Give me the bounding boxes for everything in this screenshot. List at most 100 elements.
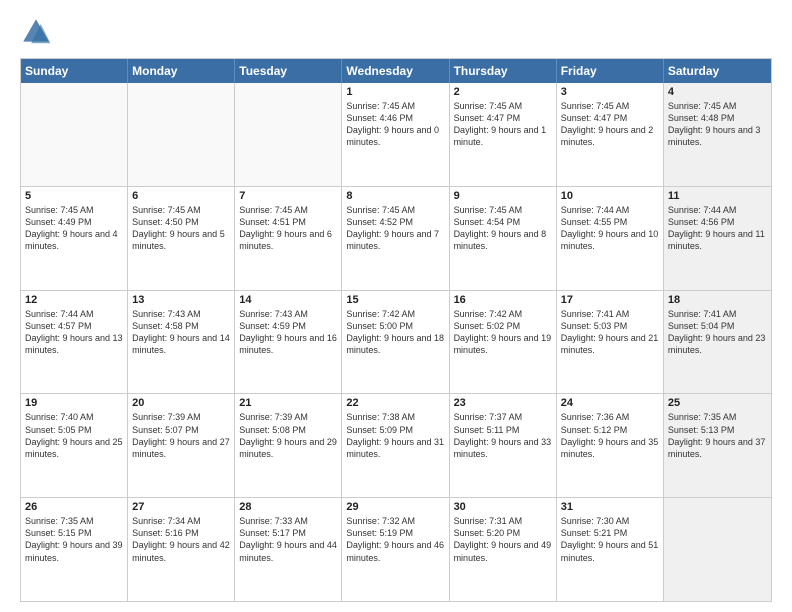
header-day-tuesday: Tuesday <box>235 59 342 83</box>
day-number: 24 <box>561 397 659 409</box>
day-number: 30 <box>454 501 552 513</box>
cell-info: Sunrise: 7:30 AM Sunset: 5:21 PM Dayligh… <box>561 515 659 564</box>
day-number: 18 <box>668 294 767 306</box>
cell-info: Sunrise: 7:38 AM Sunset: 5:09 PM Dayligh… <box>346 411 444 460</box>
cal-cell: 28 Sunrise: 7:33 AM Sunset: 5:17 PM Dayli… <box>235 498 342 601</box>
day-number: 10 <box>561 190 659 202</box>
cal-cell: 21 Sunrise: 7:39 AM Sunset: 5:08 PM Dayli… <box>235 394 342 497</box>
cal-cell: 29Sunrise: 7:32 AM Sunset: 5:19 PM Dayli… <box>342 498 449 601</box>
cal-cell: 20Sunrise: 7:39 AM Sunset: 5:07 PM Dayli… <box>128 394 235 497</box>
header <box>20 16 772 48</box>
cell-info: Sunrise: 7:37 AM Sunset: 5:11 PM Dayligh… <box>454 411 552 460</box>
logo <box>20 16 56 48</box>
cal-cell: 15 Sunrise: 7:42 AM Sunset: 5:00 PM Dayli… <box>342 291 449 394</box>
calendar-row-4: 19 Sunrise: 7:40 AM Sunset: 5:05 PM Dayli… <box>21 393 771 497</box>
day-number: 13 <box>132 294 230 306</box>
cal-cell: 2 Sunrise: 7:45 AM Sunset: 4:47 PM Daylig… <box>450 83 557 186</box>
day-number: 1 <box>346 86 444 98</box>
cell-info: Sunrise: 7:45 AM Sunset: 4:51 PM Dayligh… <box>239 204 337 253</box>
day-number: 22 <box>346 397 444 409</box>
day-number: 15 <box>346 294 444 306</box>
cell-info: Sunrise: 7:36 AM Sunset: 5:12 PM Dayligh… <box>561 411 659 460</box>
cal-cell: 7 Sunrise: 7:45 AM Sunset: 4:51 PM Daylig… <box>235 187 342 290</box>
cal-cell: 9 Sunrise: 7:45 AM Sunset: 4:54 PM Daylig… <box>450 187 557 290</box>
day-number: 31 <box>561 501 659 513</box>
cal-cell: 1 Sunrise: 7:45 AM Sunset: 4:46 PM Daylig… <box>342 83 449 186</box>
cal-cell: 26 Sunrise: 7:35 AM Sunset: 5:15 PM Dayli… <box>21 498 128 601</box>
cell-info: Sunrise: 7:45 AM Sunset: 4:52 PM Dayligh… <box>346 204 444 253</box>
cal-cell: 6 Sunrise: 7:45 AM Sunset: 4:50 PM Daylig… <box>128 187 235 290</box>
cell-info: Sunrise: 7:43 AM Sunset: 4:58 PM Dayligh… <box>132 308 230 357</box>
header-day-monday: Monday <box>128 59 235 83</box>
cell-info: Sunrise: 7:35 AM Sunset: 5:15 PM Dayligh… <box>25 515 123 564</box>
cal-cell: 23 Sunrise: 7:37 AM Sunset: 5:11 PM Dayli… <box>450 394 557 497</box>
day-number: 20 <box>132 397 230 409</box>
cal-cell: 13 Sunrise: 7:43 AM Sunset: 4:58 PM Dayli… <box>128 291 235 394</box>
cal-cell: 30 Sunrise: 7:31 AM Sunset: 5:20 PM Dayli… <box>450 498 557 601</box>
cell-info: Sunrise: 7:45 AM Sunset: 4:47 PM Dayligh… <box>561 100 659 149</box>
day-number: 5 <box>25 190 123 202</box>
cal-cell: 27 Sunrise: 7:34 AM Sunset: 5:16 PM Dayli… <box>128 498 235 601</box>
day-number: 19 <box>25 397 123 409</box>
cal-cell: 22 Sunrise: 7:38 AM Sunset: 5:09 PM Dayli… <box>342 394 449 497</box>
day-number: 7 <box>239 190 337 202</box>
day-number: 16 <box>454 294 552 306</box>
cell-info: Sunrise: 7:31 AM Sunset: 5:20 PM Dayligh… <box>454 515 552 564</box>
header-day-friday: Friday <box>557 59 664 83</box>
header-day-saturday: Saturday <box>664 59 771 83</box>
cell-info: Sunrise: 7:40 AM Sunset: 5:05 PM Dayligh… <box>25 411 123 460</box>
cal-cell: 14Sunrise: 7:43 AM Sunset: 4:59 PM Dayli… <box>235 291 342 394</box>
cal-cell: 3 Sunrise: 7:45 AM Sunset: 4:47 PM Daylig… <box>557 83 664 186</box>
cal-cell: 12 Sunrise: 7:44 AM Sunset: 4:57 PM Dayli… <box>21 291 128 394</box>
cell-info: Sunrise: 7:45 AM Sunset: 4:46 PM Dayligh… <box>346 100 444 149</box>
cal-cell <box>128 83 235 186</box>
day-number: 6 <box>132 190 230 202</box>
cal-cell: 25 Sunrise: 7:35 AM Sunset: 5:13 PM Dayli… <box>664 394 771 497</box>
day-number: 9 <box>454 190 552 202</box>
calendar-row-1: 1 Sunrise: 7:45 AM Sunset: 4:46 PM Daylig… <box>21 83 771 186</box>
day-number: 21 <box>239 397 337 409</box>
day-number: 3 <box>561 86 659 98</box>
cal-cell: 10 Sunrise: 7:44 AM Sunset: 4:55 PM Dayli… <box>557 187 664 290</box>
day-number: 29 <box>346 501 444 513</box>
header-day-wednesday: Wednesday <box>342 59 449 83</box>
day-number: 25 <box>668 397 767 409</box>
day-number: 27 <box>132 501 230 513</box>
day-number: 2 <box>454 86 552 98</box>
cal-cell <box>21 83 128 186</box>
cell-info: Sunrise: 7:34 AM Sunset: 5:16 PM Dayligh… <box>132 515 230 564</box>
cell-info: Sunrise: 7:42 AM Sunset: 5:02 PM Dayligh… <box>454 308 552 357</box>
cell-info: Sunrise: 7:45 AM Sunset: 4:50 PM Dayligh… <box>132 204 230 253</box>
cal-cell: 18 Sunrise: 7:41 AM Sunset: 5:04 PM Dayli… <box>664 291 771 394</box>
header-day-sunday: Sunday <box>21 59 128 83</box>
cell-info: Sunrise: 7:33 AM Sunset: 5:17 PM Dayligh… <box>239 515 337 564</box>
cell-info: Sunrise: 7:41 AM Sunset: 5:04 PM Dayligh… <box>668 308 767 357</box>
page: SundayMondayTuesdayWednesdayThursdayFrid… <box>0 0 792 612</box>
cal-cell: 11Sunrise: 7:44 AM Sunset: 4:56 PM Dayli… <box>664 187 771 290</box>
day-number: 23 <box>454 397 552 409</box>
cell-info: Sunrise: 7:45 AM Sunset: 4:49 PM Dayligh… <box>25 204 123 253</box>
header-day-thursday: Thursday <box>450 59 557 83</box>
day-number: 12 <box>25 294 123 306</box>
calendar-header: SundayMondayTuesdayWednesdayThursdayFrid… <box>21 59 771 83</box>
cal-cell: 19 Sunrise: 7:40 AM Sunset: 5:05 PM Dayli… <box>21 394 128 497</box>
day-number: 28 <box>239 501 337 513</box>
day-number: 17 <box>561 294 659 306</box>
cal-cell: 17 Sunrise: 7:41 AM Sunset: 5:03 PM Dayli… <box>557 291 664 394</box>
cell-info: Sunrise: 7:41 AM Sunset: 5:03 PM Dayligh… <box>561 308 659 357</box>
cell-info: Sunrise: 7:44 AM Sunset: 4:57 PM Dayligh… <box>25 308 123 357</box>
cell-info: Sunrise: 7:45 AM Sunset: 4:54 PM Dayligh… <box>454 204 552 253</box>
cell-info: Sunrise: 7:35 AM Sunset: 5:13 PM Dayligh… <box>668 411 767 460</box>
cal-cell: 16 Sunrise: 7:42 AM Sunset: 5:02 PM Dayli… <box>450 291 557 394</box>
calendar-row-3: 12 Sunrise: 7:44 AM Sunset: 4:57 PM Dayli… <box>21 290 771 394</box>
cell-info: Sunrise: 7:44 AM Sunset: 4:56 PM Dayligh… <box>668 204 767 253</box>
cell-info: Sunrise: 7:39 AM Sunset: 5:08 PM Dayligh… <box>239 411 337 460</box>
cal-cell: 8Sunrise: 7:45 AM Sunset: 4:52 PM Daylig… <box>342 187 449 290</box>
cell-info: Sunrise: 7:42 AM Sunset: 5:00 PM Dayligh… <box>346 308 444 357</box>
calendar-row-2: 5 Sunrise: 7:45 AM Sunset: 4:49 PM Daylig… <box>21 186 771 290</box>
cell-info: Sunrise: 7:44 AM Sunset: 4:55 PM Dayligh… <box>561 204 659 253</box>
day-number: 4 <box>668 86 767 98</box>
day-number: 26 <box>25 501 123 513</box>
cell-info: Sunrise: 7:45 AM Sunset: 4:47 PM Dayligh… <box>454 100 552 149</box>
cal-cell: 4Sunrise: 7:45 AM Sunset: 4:48 PM Daylig… <box>664 83 771 186</box>
